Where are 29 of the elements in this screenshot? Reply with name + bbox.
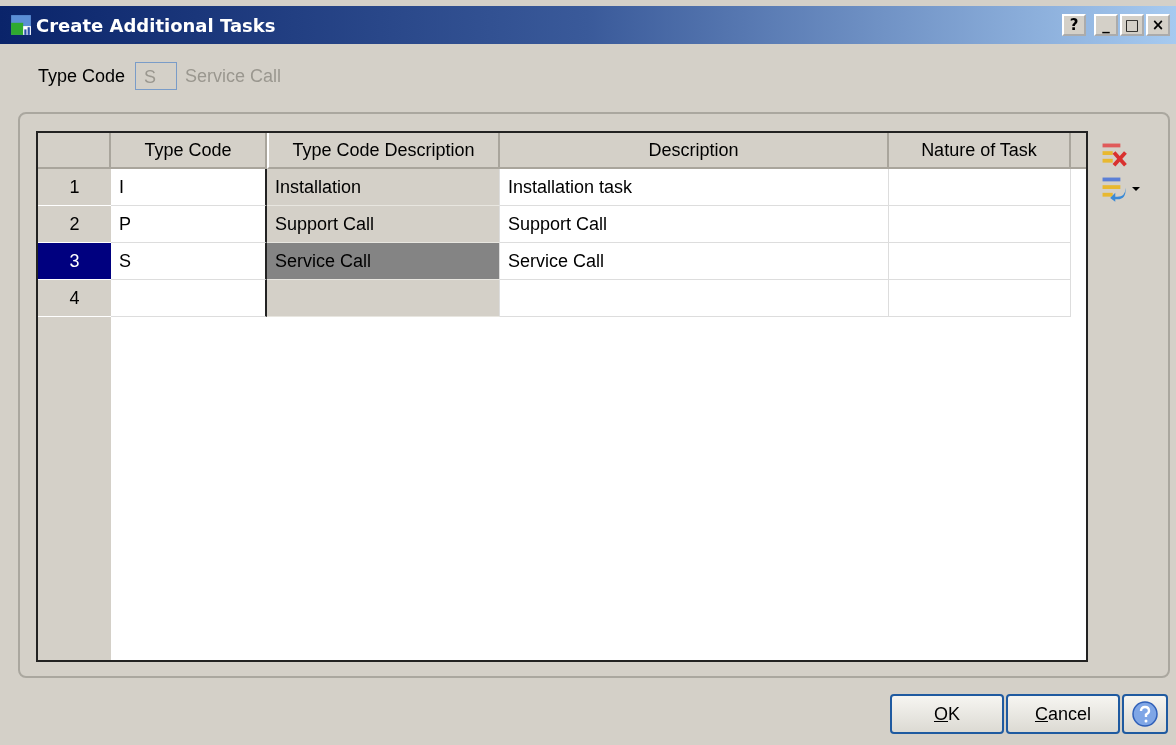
window-control-button[interactable]: □ — [1120, 14, 1144, 36]
table-cell: Support Call — [500, 206, 889, 243]
row-header[interactable]: 3 — [38, 243, 111, 280]
column-header[interactable]: Nature of Task — [889, 133, 1071, 169]
help-button[interactable] — [1122, 694, 1168, 734]
window-control-button[interactable]: ? — [1062, 14, 1086, 36]
table-cell: Service Call — [267, 243, 500, 280]
field-label: Type Code — [38, 65, 126, 87]
row-header[interactable]: 1 — [38, 169, 111, 206]
column-header[interactable]: Description — [500, 133, 889, 169]
table-cell: Service Call — [500, 243, 889, 280]
table-cell: Support Call — [267, 206, 500, 243]
header-filler — [1071, 133, 1086, 169]
type-code-description: Service Call — [185, 65, 282, 87]
help-icon — [1131, 700, 1159, 728]
window-control-button[interactable]: _ — [1094, 14, 1118, 36]
window-title: Create Additional Tasks — [36, 14, 276, 36]
table-cell: Installation — [267, 169, 500, 206]
delete-rows-icon[interactable] — [1100, 141, 1128, 169]
column-header[interactable]: Type Code — [111, 133, 267, 169]
row-header[interactable]: 4 — [38, 280, 111, 317]
column-header[interactable]: Type Code Description — [267, 133, 500, 169]
table-cell: Installation task — [500, 169, 889, 206]
dropdown-caret-icon[interactable] — [1132, 186, 1140, 192]
cancel-button[interactable]: Cancel — [1006, 694, 1120, 734]
row-header[interactable]: 2 — [38, 206, 111, 243]
ok-button[interactable]: OK — [890, 694, 1004, 734]
window-control-button[interactable]: × — [1146, 14, 1170, 36]
app-icon — [10, 14, 32, 36]
